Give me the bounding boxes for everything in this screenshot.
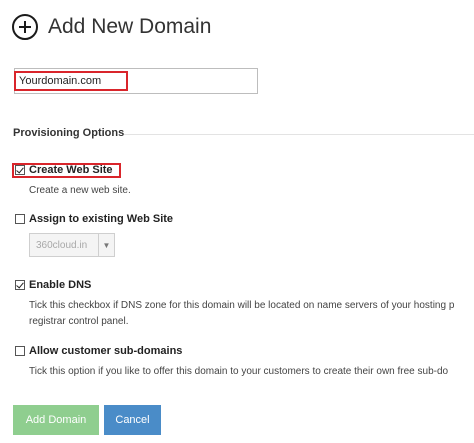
existing-site-select-value: 360cloud.in (36, 239, 88, 251)
plus-circle-icon (12, 14, 38, 40)
provisioning-options-title: Provisioning Options (13, 127, 125, 139)
create-web-site-label: Create Web Site (29, 164, 113, 176)
page-title: Add New Domain (48, 15, 212, 38)
existing-site-select[interactable]: 360cloud.in ▼ (29, 233, 115, 257)
assign-existing-site-option[interactable]: Assign to existing Web Site (15, 213, 173, 225)
assign-existing-site-label: Assign to existing Web Site (29, 213, 174, 225)
section-divider (124, 134, 474, 135)
enable-dns-description-line2: registrar control panel. (29, 316, 129, 327)
enable-dns-option[interactable]: Enable DNS (15, 279, 91, 291)
enable-dns-checkbox[interactable] (15, 280, 25, 290)
add-domain-page: Add New Domain Provisioning Options Crea… (0, 0, 474, 443)
cancel-button[interactable]: Cancel (104, 405, 161, 435)
domain-input-container (14, 68, 258, 94)
allow-subdomains-description: Tick this option if you like to offer th… (29, 366, 449, 377)
allow-subdomains-checkbox[interactable] (15, 346, 25, 356)
domain-name-input[interactable] (15, 69, 257, 93)
create-web-site-option[interactable]: Create Web Site (15, 164, 113, 176)
enable-dns-description-line1: Tick this checkbox if DNS zone for this … (29, 300, 455, 311)
assign-existing-site-checkbox[interactable] (15, 214, 25, 224)
allow-subdomains-label: Allow customer sub-domains (29, 345, 183, 357)
chevron-down-icon[interactable]: ▼ (98, 234, 114, 256)
create-web-site-description: Create a new web site. (29, 185, 131, 196)
allow-subdomains-option[interactable]: Allow customer sub-domains (15, 345, 182, 357)
add-domain-button[interactable]: Add Domain (13, 405, 99, 435)
enable-dns-label: Enable DNS (29, 279, 92, 291)
page-header: Add New Domain (12, 10, 211, 44)
create-web-site-checkbox[interactable] (15, 165, 25, 175)
